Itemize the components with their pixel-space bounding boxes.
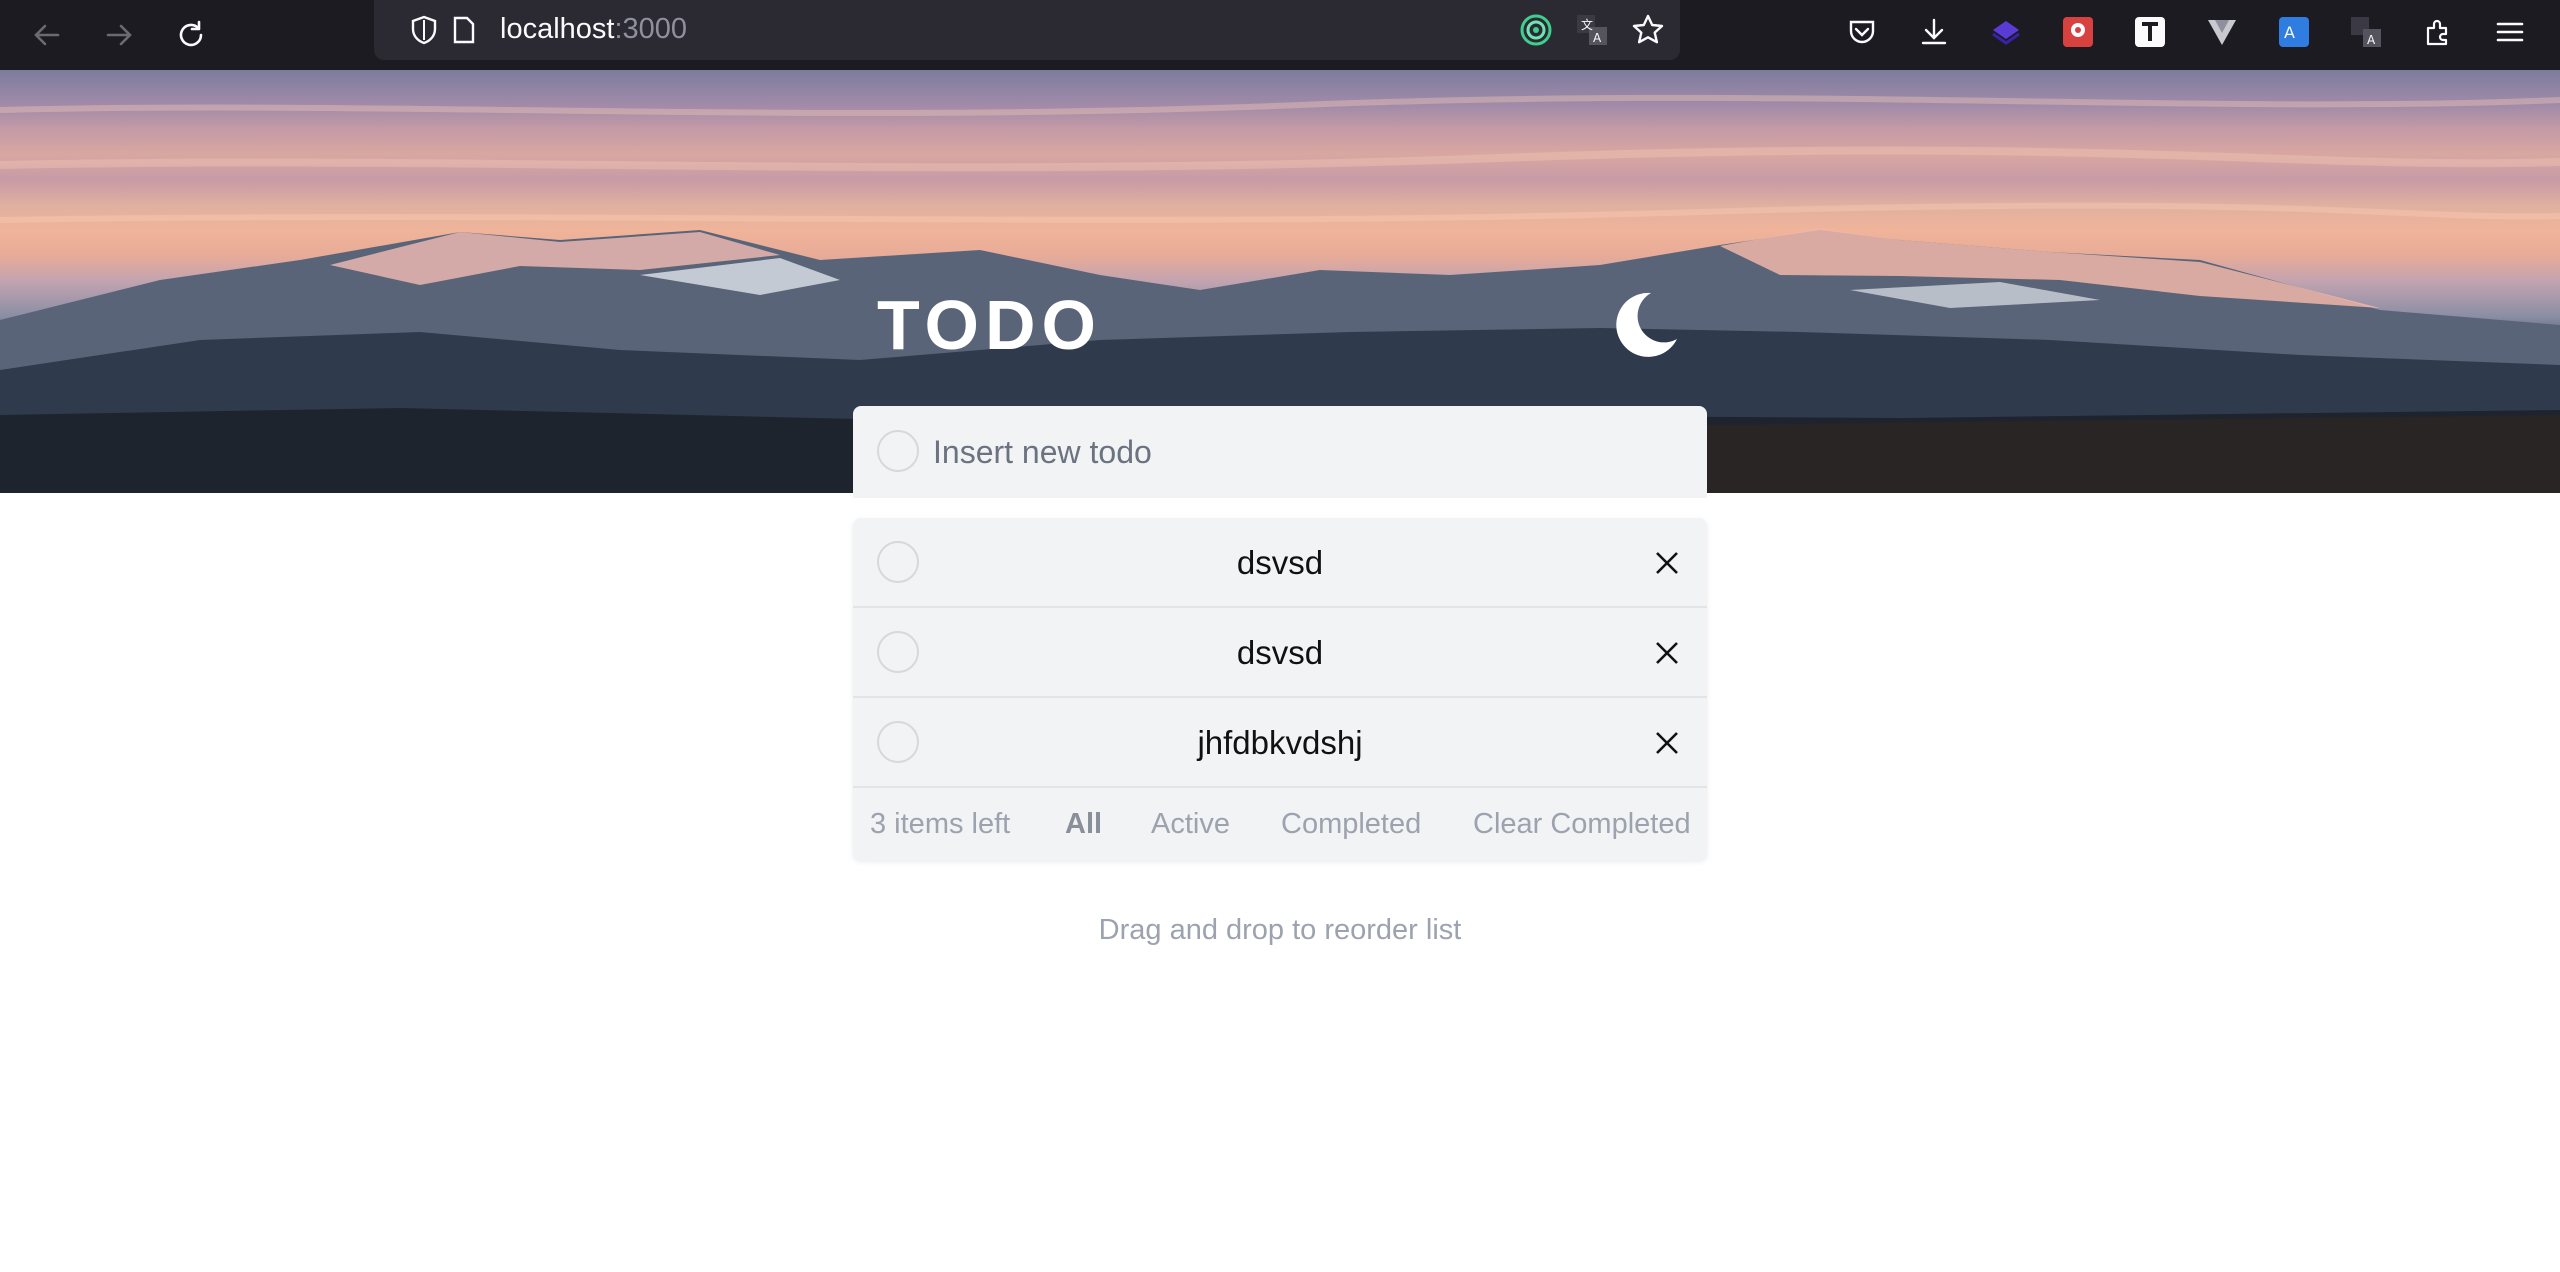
clear-completed-button[interactable]: Clear Completed [1473,808,1691,841]
svg-text:A: A [2367,33,2376,47]
url-bar[interactable]: localhost:3000 文A [374,0,1680,60]
extension-red-icon[interactable] [2056,10,2100,54]
filter-completed[interactable]: Completed [1281,808,1421,841]
arrow-right-icon [106,24,132,46]
filter-all[interactable]: All [1065,808,1102,841]
translate-icon[interactable]: 文A [1574,12,1610,48]
todo-item[interactable]: jhfdbkvdshj [853,698,1707,788]
extensions-puzzle-icon[interactable] [2416,10,2460,54]
new-todo-input[interactable] [933,424,1673,480]
back-button[interactable] [24,12,70,58]
todo-text: jhfdbkvdshj [1197,724,1363,761]
todo-check-circle[interactable] [877,631,919,673]
theme-toggle-button[interactable] [1606,288,1680,362]
svg-text:A: A [2284,23,2295,42]
close-icon [1656,552,1678,574]
page-icon [446,12,482,48]
todo-check-circle[interactable] [877,721,919,763]
arrow-left-icon [34,24,60,46]
svg-text:文: 文 [1581,17,1593,32]
extension-t-icon[interactable] [2128,10,2172,54]
close-icon [1656,732,1678,754]
todo-item[interactable]: dsvsd [853,608,1707,698]
app-title: TODO [877,286,1102,364]
close-icon [1656,642,1678,664]
todo-text: dsvsd [1236,634,1324,671]
reload-icon [179,20,203,47]
todo-text: dsvsd [1236,544,1324,581]
download-icon[interactable] [1912,10,1956,54]
reload-button[interactable] [168,12,214,58]
filter-active[interactable]: Active [1151,808,1230,841]
todo-item[interactable]: dsvsd [853,518,1707,608]
todo-footer: 3 items left All Active Completed Clear … [853,788,1707,860]
bookmark-star-icon[interactable] [1630,12,1666,48]
new-todo-check-circle[interactable] [877,430,919,472]
pocket-icon[interactable] [1840,10,1884,54]
extension-target-icon[interactable] [1518,12,1554,48]
extension-translate-icon[interactable]: A [2344,10,2388,54]
delete-todo-button[interactable] [1645,721,1689,765]
todo-check-circle[interactable] [877,541,919,583]
new-todo-row [853,406,1707,498]
extension-layers-icon[interactable] [1984,10,2028,54]
delete-todo-button[interactable] [1645,541,1689,585]
shield-icon[interactable] [406,12,442,48]
moon-icon [1616,292,1677,357]
svg-text:A: A [1593,31,1602,45]
menu-hamburger-icon[interactable] [2488,10,2532,54]
delete-todo-button[interactable] [1645,631,1689,675]
extension-translate-blue-icon[interactable]: A [2272,10,2316,54]
url-text[interactable]: localhost:3000 [500,13,687,46]
todo-list: dsvsd dsvsd jhfdbkvdshj 3 items left All… [853,518,1707,860]
items-left-count: 3 items left [870,808,1011,840]
browser-toolbar: localhost:3000 文A A A [0,0,2560,70]
drag-drop-hint: Drag and drop to reorder list [1098,914,1462,946]
extension-v-icon[interactable] [2200,10,2244,54]
forward-button[interactable] [96,12,142,58]
